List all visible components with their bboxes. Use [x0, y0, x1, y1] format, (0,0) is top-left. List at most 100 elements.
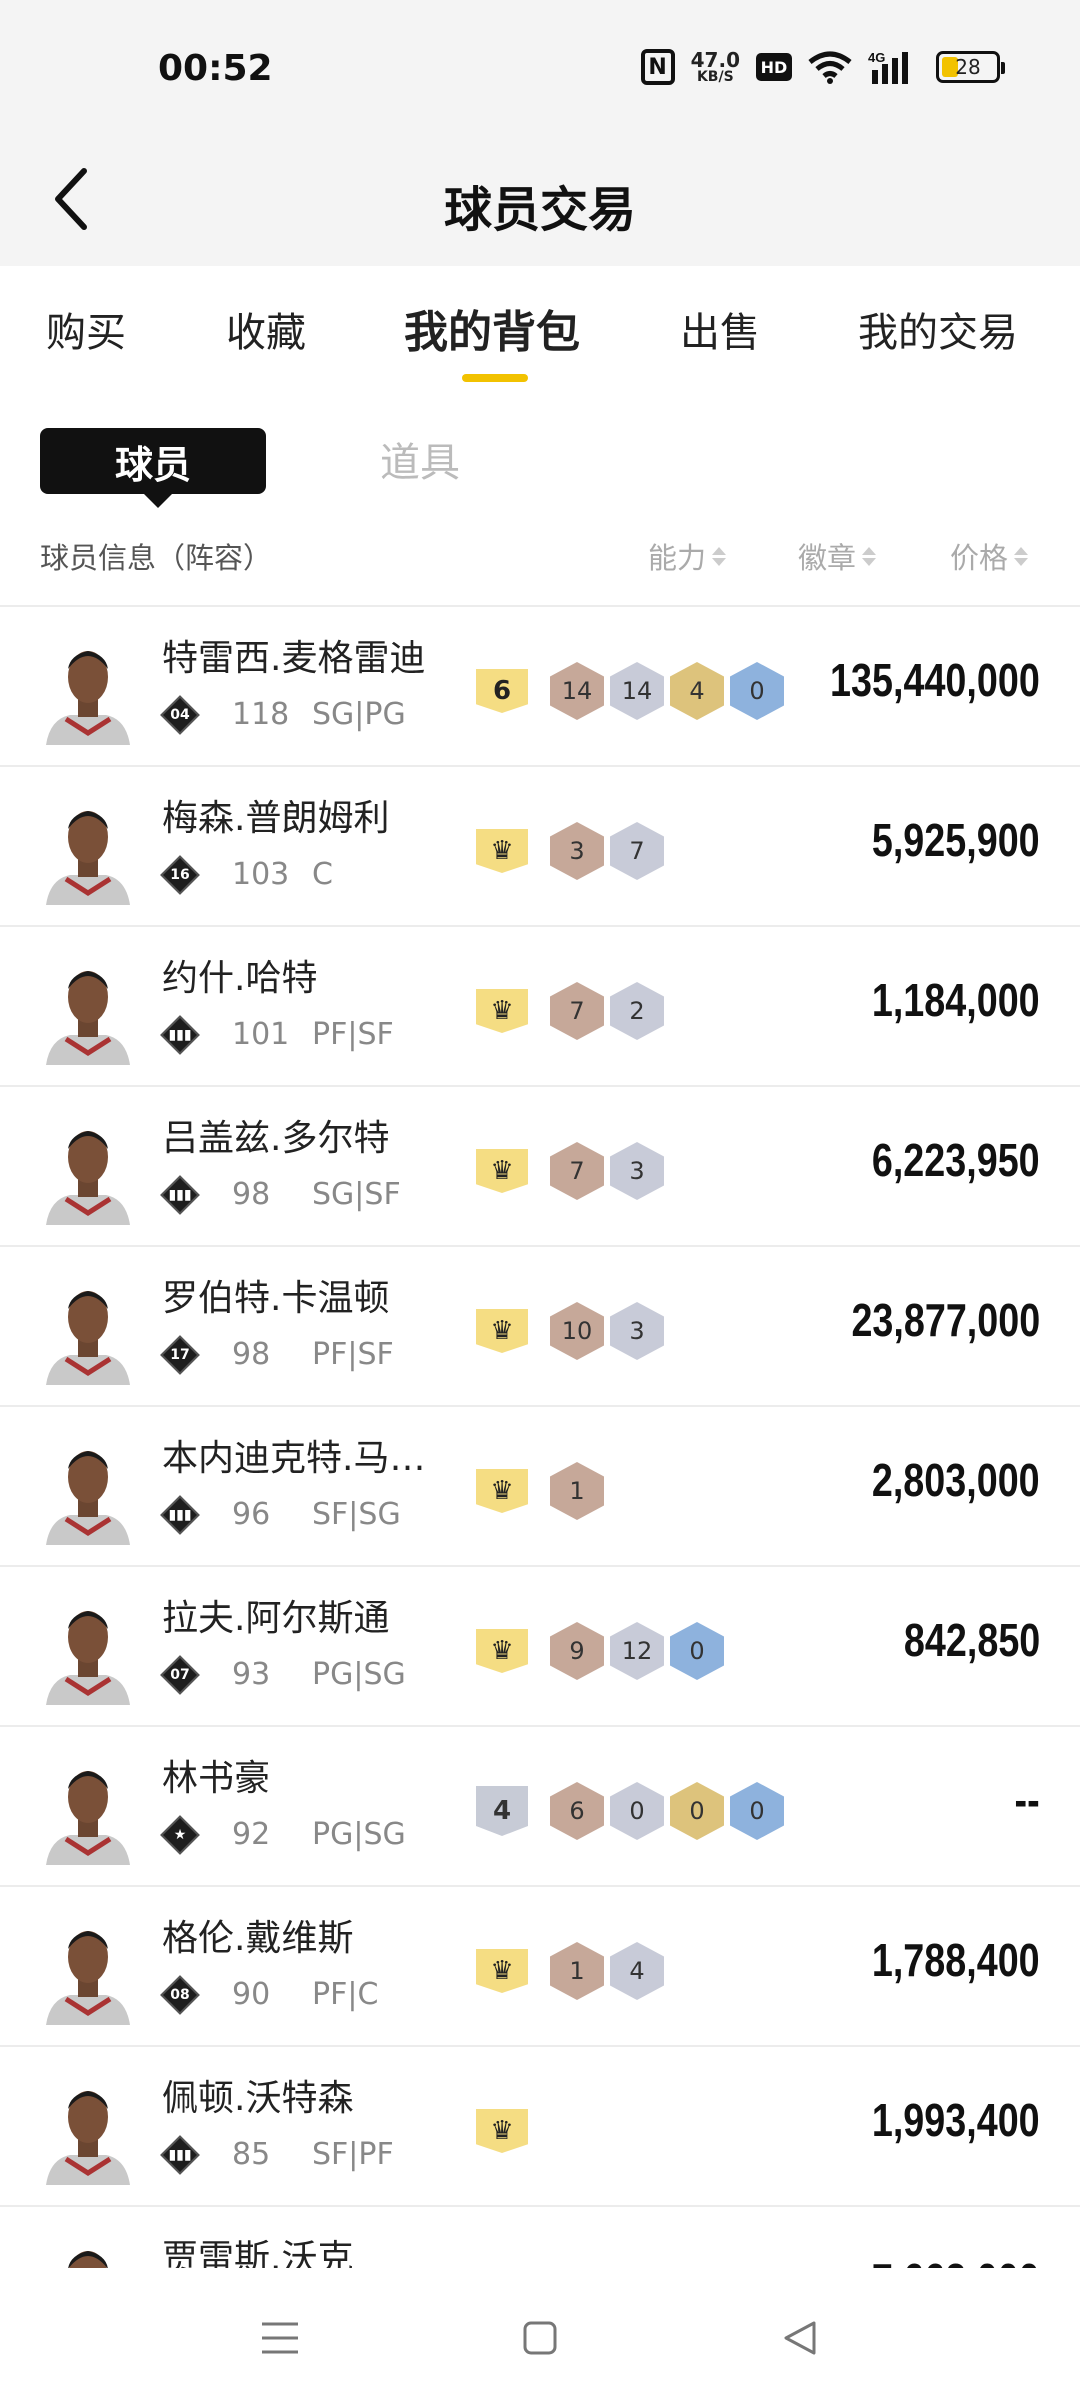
lineup-badge-icon: 17	[160, 1335, 200, 1375]
player-row[interactable]: 梅森.普朗姆利 16 103 C ♛ 3 7 5,925,900	[0, 767, 1080, 927]
nfc-icon: N	[640, 49, 675, 85]
player-avatar	[40, 2075, 136, 2185]
system-nav-bar	[0, 2268, 1080, 2400]
player-name: 贾雷斯.沃克	[162, 2238, 354, 2268]
player-position: PF|SF	[312, 1017, 394, 1052]
column-header: 球员信息（阵容） 能力 徽章 价格	[0, 525, 1080, 585]
tab-my-backpack[interactable]: 我的背包	[404, 296, 580, 360]
player-row[interactable]: 罗伯特.卡温顿 17 98 PF|SF ♛ 10 3 23,877,000	[0, 1247, 1080, 1407]
badge-group: ♛ 9 12 0	[476, 1622, 724, 1680]
sort-icon	[712, 546, 727, 566]
ability-tier-badge: ♛	[476, 829, 528, 873]
player-name: 格伦.戴维斯	[162, 1918, 354, 1959]
badge-hex-icon: 4	[610, 1942, 664, 2000]
tab-buy[interactable]: 购买	[46, 300, 126, 358]
battery-level: 28	[955, 55, 981, 79]
badge-group: ♛ 7 3	[476, 1142, 664, 1200]
badge-group: ♛ 7 2	[476, 982, 664, 1040]
player-position: SF|SG	[312, 1497, 401, 1532]
player-price: 135,440,000	[830, 654, 1040, 706]
player-avatar	[40, 1435, 136, 1545]
badge-group: ♛ 10 3	[476, 1302, 664, 1360]
home-square-icon	[523, 2321, 557, 2355]
player-avatar	[40, 1595, 136, 1705]
ability-tier-badge: ♛	[476, 989, 528, 1033]
player-price: 1,993,400	[872, 2094, 1040, 2146]
lineup-badge-icon: ▮▮▮	[160, 2135, 200, 2175]
player-price: 7,662,000	[872, 2253, 1040, 2268]
lineup-badge-icon: ▮▮▮	[160, 1015, 200, 1055]
badge-group: ♛ 3 7	[476, 822, 664, 880]
sort-icon	[862, 546, 877, 566]
header: 球员交易	[0, 130, 1080, 266]
tab-my-trades[interactable]: 我的交易	[858, 300, 1018, 358]
player-name: 佩顿.沃特森	[162, 2078, 354, 2119]
badge-hex-icon: 12	[610, 1622, 664, 1680]
player-row[interactable]: 林书豪 ★ 92 PG|SG 4 6 0 0 0 --	[0, 1727, 1080, 1887]
ability-tier-badge: 6	[476, 669, 528, 713]
sort-ability[interactable]: 能力	[648, 535, 727, 577]
player-position: PF|C	[312, 1977, 379, 2012]
player-rating: 98	[232, 1337, 271, 1372]
player-rating: 101	[232, 1017, 290, 1052]
menu-icon	[262, 2322, 298, 2354]
network-type: 4G	[868, 50, 885, 65]
badge-group: 6 14 14 4 0	[476, 662, 784, 720]
segment-items[interactable]: 道具	[380, 430, 460, 488]
player-avatar	[40, 635, 136, 745]
badge-hex-icon: 0	[730, 1782, 784, 1840]
badge-hex-icon: 3	[610, 1302, 664, 1360]
segment-players[interactable]: 球员	[40, 428, 266, 508]
player-price: 23,877,000	[851, 1294, 1040, 1346]
player-position: PF|SF	[312, 1337, 394, 1372]
player-row[interactable]: 拉夫.阿尔斯通 07 93 PG|SG ♛ 9 12 0 842,850	[0, 1567, 1080, 1727]
player-name: 本内迪克特.马…	[162, 1438, 426, 1479]
player-rating: 96	[232, 1497, 271, 1532]
tab-favorites[interactable]: 收藏	[226, 300, 306, 358]
status-time: 00:52	[158, 48, 273, 89]
player-row[interactable]: 本内迪克特.马… ▮▮▮ 96 SF|SG ♛ 1 2,803,000	[0, 1407, 1080, 1567]
player-avatar	[40, 795, 136, 905]
player-position: C	[312, 857, 333, 892]
player-position: SG|SF	[312, 1177, 401, 1212]
player-name: 梅森.普朗姆利	[162, 798, 390, 839]
player-name: 林书豪	[162, 1758, 271, 1799]
menu-button[interactable]	[250, 2308, 310, 2368]
ability-tier-badge: 4	[476, 1786, 528, 1836]
wifi-icon	[808, 50, 852, 84]
lineup-badge-icon: ▮▮▮	[160, 1495, 200, 1535]
player-row[interactable]: 佩顿.沃特森 ▮▮▮ 85 SF|PF ♛ 1,993,400	[0, 2047, 1080, 2207]
ability-tier-badge: ♛	[476, 1629, 528, 1673]
ability-tier-badge: ♛	[476, 1469, 528, 1513]
status-icons: N 47.0 KB/S HD 4G 28	[640, 46, 1005, 88]
back-nav-button[interactable]	[770, 2308, 830, 2368]
back-triangle-icon	[784, 2321, 816, 2355]
badge-group: ♛	[476, 2103, 544, 2159]
badge-hex-icon: 14	[610, 662, 664, 720]
badge-hex-icon: 1	[550, 1942, 604, 2000]
lineup-badge-icon: 16	[160, 855, 200, 895]
lineup-badge-icon: 04	[160, 695, 200, 735]
sort-badge[interactable]: 徽章	[798, 535, 877, 577]
player-avatar	[40, 1755, 136, 1865]
ability-tier-badge: ♛	[476, 2109, 528, 2153]
badge-hex-icon: 6	[550, 1782, 604, 1840]
badge-group: ♛ 1 4	[476, 1942, 664, 2000]
badge-hex-icon: 9	[550, 1622, 604, 1680]
badge-hex-icon: 0	[670, 1622, 724, 1680]
badge-hex-icon: 10	[550, 1302, 604, 1360]
badge-hex-icon: 0	[670, 1782, 724, 1840]
sort-price[interactable]: 价格	[950, 535, 1029, 577]
player-list[interactable]: 特雷西.麦格雷迪 04 118 SG|PG 6 14 14 4 0 135,440,000 梅森.普…	[0, 605, 1080, 2268]
player-row[interactable]: 吕盖兹.多尔特 ▮▮▮ 98 SG|SF ♛ 7 3 6,223,950	[0, 1087, 1080, 1247]
player-row[interactable]: 约什.哈特 ▮▮▮ 101 PF|SF ♛ 7 2 1,184,000	[0, 927, 1080, 1087]
player-position: PG|SG	[312, 1817, 406, 1852]
player-row[interactable]: 特雷西.麦格雷迪 04 118 SG|PG 6 14 14 4 0 135,440,000	[0, 607, 1080, 767]
player-row[interactable]: 格伦.戴维斯 08 90 PF|C ♛ 1 4 1,788,400	[0, 1887, 1080, 2047]
player-name: 特雷西.麦格雷迪	[162, 638, 426, 679]
tab-sell[interactable]: 出售	[680, 300, 760, 358]
signal-icon: 4G	[868, 50, 920, 84]
player-row[interactable]: 贾雷斯.沃克 7,662,000	[0, 2207, 1080, 2268]
player-avatar	[40, 1275, 136, 1385]
home-button[interactable]	[510, 2308, 570, 2368]
